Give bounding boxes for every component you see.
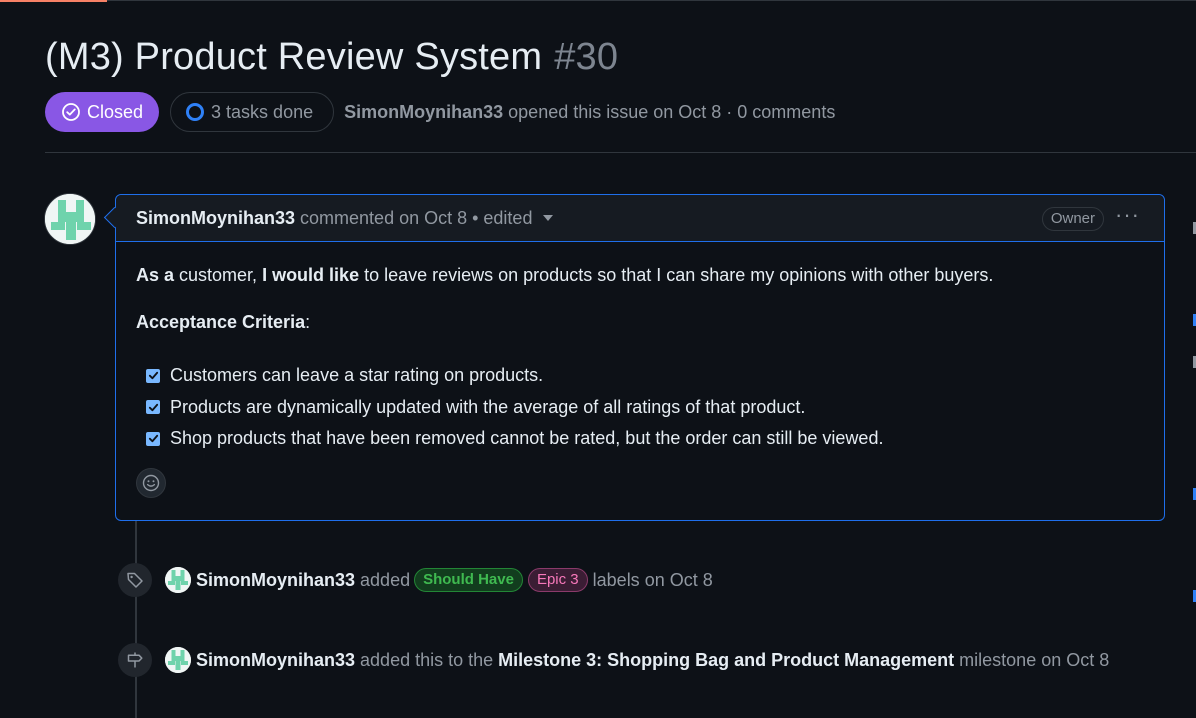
event-prefix: added this to the <box>360 649 494 670</box>
comment-header: SimonMoynihan33 commented on Oct 8 • edi… <box>116 195 1164 242</box>
add-reaction-button[interactable] <box>136 468 166 498</box>
identicon-icon <box>165 647 191 673</box>
tasks-progress[interactable]: 3 tasks done <box>170 92 335 132</box>
task-list-item: Products are dynamically updated with th… <box>146 392 883 424</box>
identicon-icon <box>45 194 95 244</box>
event-actor-link[interactable]: SimonMoynihan33 <box>196 650 355 671</box>
issue-author-link[interactable]: SimonMoynihan33 <box>344 102 503 122</box>
checkmark-icon <box>148 372 158 380</box>
issue-number: #30 <box>554 36 619 78</box>
state-badge: Closed <box>45 92 160 132</box>
event-suffix: labels on Oct 8 <box>592 569 713 590</box>
progress-circle-icon <box>186 103 205 121</box>
tasks-progress-label: 3 tasks done <box>211 101 314 122</box>
event-description: SimonMoynihan33 added this to the Milest… <box>196 650 1109 671</box>
event-actor-link[interactable]: SimonMoynihan33 <box>196 570 355 591</box>
label-should-have[interactable]: Should Have <box>414 568 523 592</box>
story-bold-as-a: As a <box>136 265 175 285</box>
issue-title: (M3) Product Review System #30 <box>45 36 618 79</box>
milestone-link[interactable]: Milestone 3: Shopping Bag and Product Ma… <box>498 650 954 671</box>
task-label: Products are dynamically updated with th… <box>170 396 806 417</box>
smiley-icon <box>142 474 160 492</box>
task-list: Customers can leave a star rating on pro… <box>146 360 883 455</box>
task-label: Shop products that have been removed can… <box>170 428 884 449</box>
event-verb: added <box>360 569 411 590</box>
story-bold-would-like: I would like <box>262 265 360 285</box>
timeline-line <box>135 521 137 718</box>
header-divider <box>45 152 1196 153</box>
story-text-2: to leave reviews on products so that I c… <box>359 265 994 285</box>
criteria-heading-text: Acceptance Criteria <box>136 312 306 332</box>
task-list-item: Shop products that have been removed can… <box>146 423 883 455</box>
issue-title-text: (M3) Product Review System <box>45 36 543 78</box>
chevron-down-icon[interactable] <box>543 215 554 221</box>
issue-opened-text: opened this issue on Oct 8 · 0 comments <box>508 101 836 122</box>
event-suffix: milestone on Oct 8 <box>959 649 1110 670</box>
comment-meta[interactable]: commented on Oct 8 • edited <box>300 208 532 229</box>
identicon-icon <box>165 567 191 593</box>
tab-active-underline <box>0 0 107 2</box>
checkmark-icon <box>148 403 158 411</box>
timeline-event-milestoned: SimonMoynihan33 added this to the Milest… <box>118 642 1109 678</box>
task-checkbox[interactable] <box>146 431 160 446</box>
comment-author-link[interactable]: SimonMoynihan33 <box>136 208 295 229</box>
criteria-heading: Acceptance Criteria: <box>136 312 310 333</box>
state-label: Closed <box>87 101 144 122</box>
avatar[interactable] <box>165 647 191 673</box>
avatar[interactable] <box>165 567 191 593</box>
issue-comment: SimonMoynihan33 commented on Oct 8 • edi… <box>115 194 1165 521</box>
more-options-button[interactable]: ··· <box>1115 204 1140 226</box>
milestone-icon <box>118 643 152 677</box>
header-border <box>107 0 1196 1</box>
timeline-event-labeled: SimonMoynihan33 added Should Have Epic 3… <box>118 562 713 598</box>
criteria-heading-colon: : <box>305 312 311 332</box>
task-list-item: Customers can leave a star rating on pro… <box>146 360 883 392</box>
task-label: Customers can leave a star rating on pro… <box>170 365 544 386</box>
check-circle-icon <box>62 103 80 121</box>
checkmark-icon <box>148 435 158 443</box>
issue-meta: Closed 3 tasks done SimonMoynihan33 open… <box>45 92 835 132</box>
issue-opened-info: SimonMoynihan33 opened this issue on Oct… <box>344 102 835 123</box>
avatar[interactable] <box>44 193 96 245</box>
story-text-1: customer, <box>174 265 263 285</box>
task-checkbox[interactable] <box>146 400 160 415</box>
tag-icon <box>118 563 152 597</box>
owner-badge: Owner <box>1041 207 1104 231</box>
task-checkbox[interactable] <box>146 368 160 383</box>
event-description: SimonMoynihan33 added Should Have Epic 3… <box>196 568 713 592</box>
label-epic-3[interactable]: Epic 3 <box>527 568 588 592</box>
user-story-paragraph: As a customer, I would like to leave rev… <box>136 265 993 286</box>
